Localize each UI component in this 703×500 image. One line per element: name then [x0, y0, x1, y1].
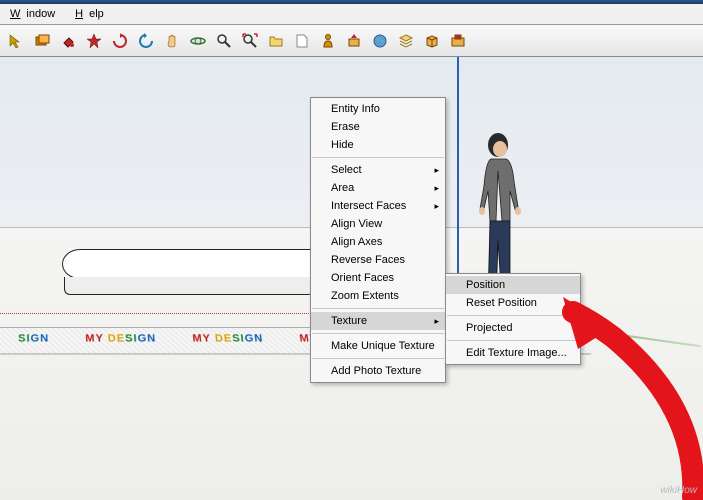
folder-icon[interactable]	[264, 29, 288, 53]
menu-select[interactable]: Select▸	[311, 161, 445, 179]
menu-separator	[312, 333, 444, 334]
toolbar	[0, 25, 703, 57]
design-text-3: MY DESIGN	[174, 328, 284, 353]
menu-orient-faces[interactable]: Orient Faces	[311, 269, 445, 287]
shape-side-face	[64, 277, 322, 295]
menu-separator	[312, 157, 444, 158]
undo-icon[interactable]	[134, 29, 158, 53]
menu-align-axes[interactable]: Align Axes	[311, 233, 445, 251]
submenu-position[interactable]: Position	[446, 276, 580, 294]
page-icon[interactable]	[290, 29, 314, 53]
make-component-icon[interactable]	[30, 29, 54, 53]
submenu-arrow-icon: ▸	[434, 316, 439, 327]
credit-watermark: wikiHow	[660, 485, 697, 496]
menu-align-view[interactable]: Align View	[311, 215, 445, 233]
orbit-icon[interactable]	[186, 29, 210, 53]
menu-hide[interactable]: Hide	[311, 136, 445, 154]
menu-bar: Window Help	[0, 4, 703, 25]
submenu-arrow-icon: ▸	[434, 165, 439, 176]
menu-erase[interactable]: Erase	[311, 118, 445, 136]
layers-icon[interactable]	[394, 29, 418, 53]
globe-icon[interactable]	[368, 29, 392, 53]
menu-reverse-faces[interactable]: Reverse Faces	[311, 251, 445, 269]
menu-add-photo-texture[interactable]: Add Photo Texture	[311, 362, 445, 380]
submenu-reset-position[interactable]: Reset Position	[446, 294, 580, 312]
menu-separator	[447, 340, 579, 341]
shape-top-face	[62, 249, 322, 279]
menu-make-unique-texture[interactable]: Make Unique Texture	[311, 337, 445, 355]
design-text-2: MY DESIGN	[67, 328, 176, 353]
star-icon[interactable]	[82, 29, 106, 53]
extruded-shape[interactable]	[62, 249, 327, 297]
zoom-extents-icon[interactable]	[238, 29, 262, 53]
menu-separator	[447, 315, 579, 316]
menu-help[interactable]: Help	[69, 6, 116, 22]
submenu-arrow-icon: ▸	[434, 201, 439, 212]
zoom-icon[interactable]	[212, 29, 236, 53]
menu-texture[interactable]: Texture▸	[311, 312, 445, 330]
viewport-3d[interactable]: SIGN MY DESIGN MY DESIGN MY DESIGN Entit…	[0, 57, 703, 500]
menu-intersect-faces[interactable]: Intersect Faces▸	[311, 197, 445, 215]
menu-entity-info[interactable]: Entity Info	[311, 100, 445, 118]
menu-zoom-extents[interactable]: Zoom Extents	[311, 287, 445, 305]
pushpull-icon[interactable]	[342, 29, 366, 53]
menu-separator	[312, 358, 444, 359]
submenu-edit-texture-image[interactable]: Edit Texture Image...	[446, 344, 580, 362]
submenu-arrow-icon: ▸	[434, 183, 439, 194]
select-arrow-icon[interactable]	[4, 29, 28, 53]
texture-submenu: Position Reset Position Projected Edit T…	[445, 273, 581, 365]
hand-pan-icon[interactable]	[160, 29, 184, 53]
box-icon[interactable]	[420, 29, 444, 53]
design-text-1: SIGN	[0, 328, 68, 353]
extension-icon[interactable]	[446, 29, 470, 53]
submenu-projected[interactable]: Projected	[446, 319, 580, 337]
menu-window[interactable]: Window	[4, 6, 67, 22]
paint-bucket-icon[interactable]	[56, 29, 80, 53]
menu-separator	[312, 308, 444, 309]
context-menu: Entity Info Erase Hide Select▸ Area▸ Int…	[310, 97, 446, 383]
rotate-icon[interactable]	[108, 29, 132, 53]
menu-area[interactable]: Area▸	[311, 179, 445, 197]
person-icon[interactable]	[316, 29, 340, 53]
